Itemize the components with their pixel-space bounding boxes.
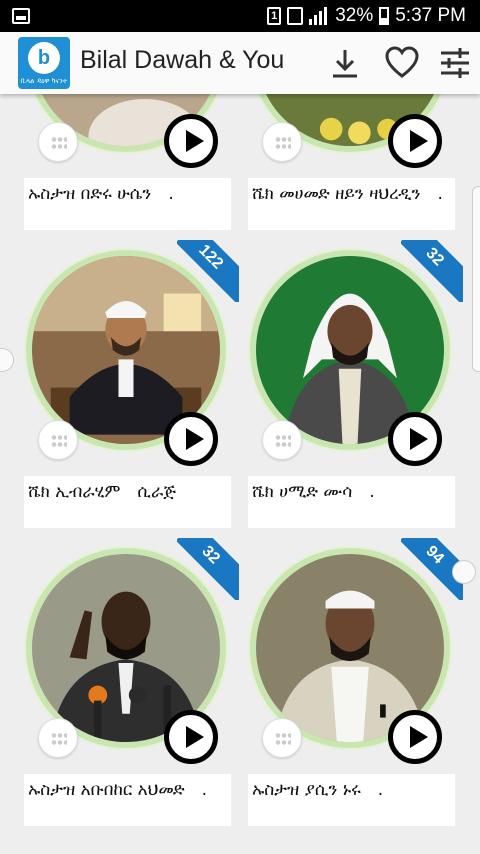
more-options-button[interactable] [262,122,302,162]
heart-icon[interactable] [385,46,419,80]
more-options-button[interactable] [38,122,78,162]
right-edge-handle[interactable] [452,560,476,584]
lecture-count: 32 [401,240,463,302]
gallery-notification-icon [12,8,30,24]
scholar-name[interactable]: ሼክ መሀመድ ዘይን ዛህረዲን . [248,178,455,230]
thumb-wrap [248,94,455,168]
thumb-wrap [24,94,231,168]
logo-caption: ቢላል ዳዕዋ ካናንተ [20,77,68,85]
app-title: Bilal Dawah & You [80,46,285,74]
sim-icon: 1 [267,7,282,25]
play-button[interactable] [164,114,218,168]
battery-percent: 32% [335,5,374,26]
scholar-name[interactable]: ኡስታዝ ያሲን ኑሩ . [248,774,455,826]
battery-icon [379,7,390,25]
thumb-wrap: 122 [24,240,239,466]
logo-ring: b [28,42,60,74]
sim-badge: 1 [271,10,278,22]
scholar-grid[interactable]: ኡስታዝ በድሩ ሁሴን . ሼክ መሀመድ ዘይን ዛህረዲን . 122 ሼ… [0,94,480,854]
signal-box-icon [287,7,304,25]
play-button[interactable] [164,710,218,764]
side-drawer-handle[interactable] [472,186,480,372]
lecture-count: 122 [177,240,239,302]
play-button[interactable] [388,114,442,168]
scholar-name[interactable]: ሼክ ሀሚድ ሙሳ . [248,476,455,528]
thumb-wrap: 32 [248,240,463,466]
status-bar: 1 32% 5:37 PM [0,0,480,32]
scholar-name[interactable]: ሼክ ኢብራሂም ሲራጅ [24,476,231,528]
count-ribbon: 122 [177,240,239,302]
app-bar: b ቢላል ዳዕዋ ካናንተ Bilal Dawah & You [0,32,480,94]
count-ribbon: 32 [177,538,239,600]
play-button[interactable] [388,412,442,466]
thumb-wrap: 94 [248,538,463,764]
scholar-name[interactable]: ኡስታዝ በድሩ ሁሴን . [24,178,231,230]
play-button[interactable] [388,710,442,764]
play-button[interactable] [164,412,218,466]
more-options-button[interactable] [38,718,78,758]
logo-letter: b [37,46,51,69]
count-ribbon: 32 [401,240,463,302]
left-edge-handle[interactable] [0,348,14,372]
app-logo[interactable]: b ቢላል ዳዕዋ ካናንተ [18,37,70,89]
more-options-button[interactable] [262,420,302,460]
lecture-count: 32 [177,538,239,600]
filter-icon[interactable] [438,46,472,80]
more-options-button[interactable] [262,718,302,758]
thumb-wrap: 32 [24,538,239,764]
download-icon[interactable] [328,46,362,80]
clock: 5:37 PM [395,5,466,26]
scholar-name[interactable]: ኡስታዝ አቡበከር አህመድ . [24,774,231,826]
more-options-button[interactable] [38,420,78,460]
signal-icon [309,7,329,25]
status-right: 1 32% 5:37 PM [267,5,466,27]
